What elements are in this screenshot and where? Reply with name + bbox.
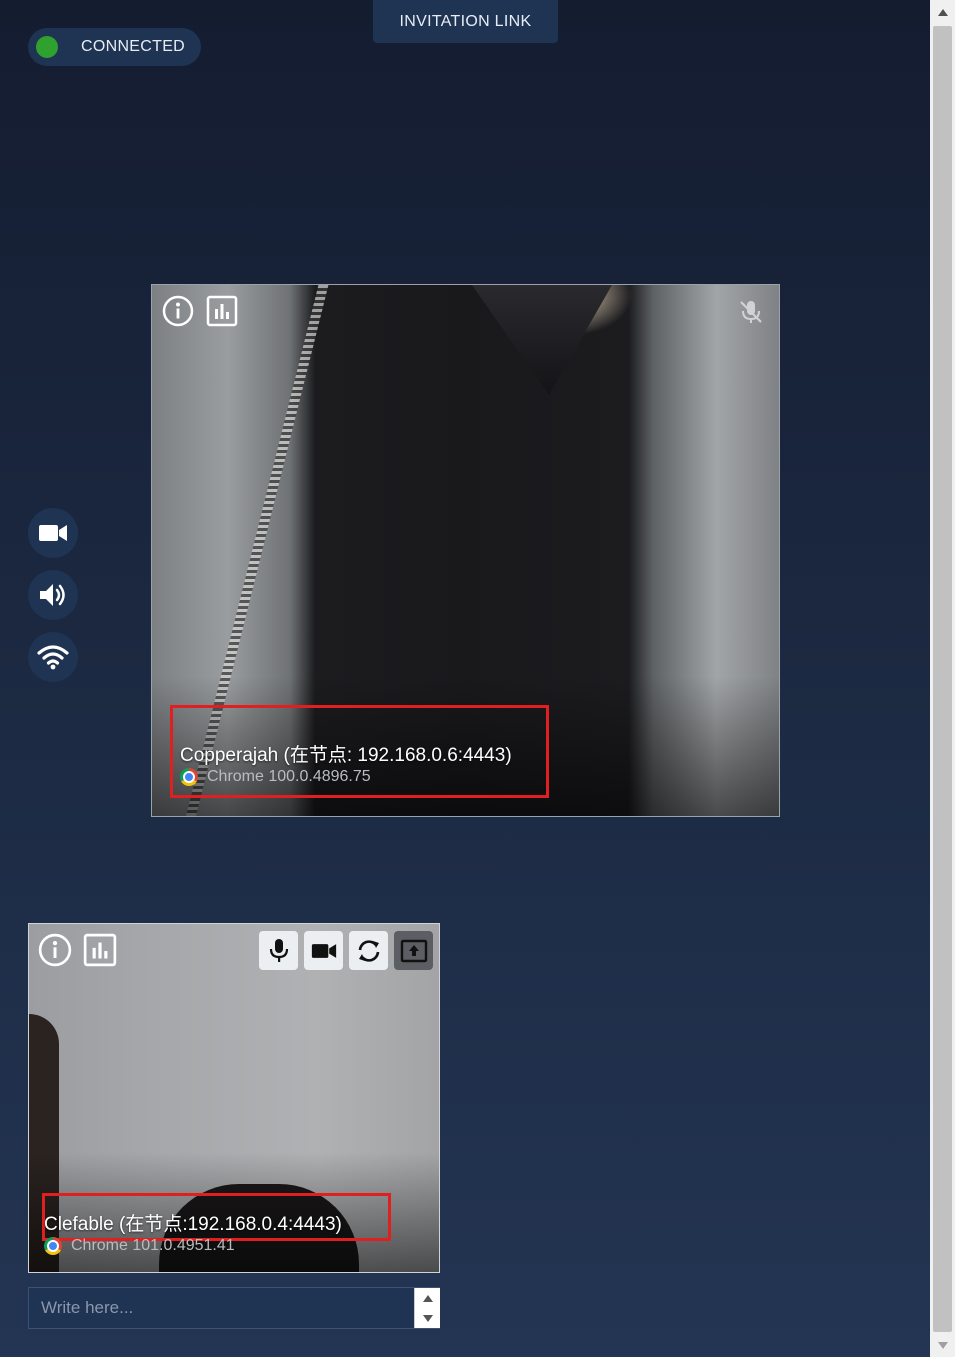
local-peer-name: Clefable (在节点:192.168.0.4:4443)	[44, 1214, 342, 1235]
remote-mic-status	[736, 297, 766, 327]
spinner-up-button[interactable]	[415, 1288, 440, 1308]
chat-input[interactable]	[28, 1287, 440, 1329]
connection-status-label: CONNECTED	[81, 38, 186, 55]
local-peer-browser: Chrome 101.0.4951.41	[44, 1237, 235, 1255]
audio-toggle-button[interactable]	[28, 570, 78, 620]
camera-toggle-button[interactable]	[28, 508, 78, 558]
local-peer-browser-version: Chrome 101.0.4951.41	[71, 1237, 235, 1254]
remote-peer-browser: Chrome 100.0.4896.75	[180, 768, 371, 786]
page-scrollbar[interactable]	[930, 0, 955, 1357]
info-icon	[162, 295, 194, 327]
scrollbar-thumb[interactable]	[933, 26, 952, 1332]
video-frame-detail	[472, 285, 612, 395]
speaker-icon	[40, 584, 65, 606]
info-button[interactable]	[162, 295, 194, 327]
side-controls	[28, 508, 78, 694]
local-video: Clefable (在节点:192.168.0.4:4443) Chrome 1…	[28, 923, 440, 1273]
status-dot	[36, 36, 58, 58]
stats-icon	[83, 933, 117, 967]
screen-share-icon	[400, 939, 427, 962]
scroll-down-button[interactable]	[930, 1333, 955, 1357]
caret-down-icon	[422, 1314, 433, 1322]
toggle-camera-button[interactable]	[304, 931, 343, 970]
screen-share-button[interactable]	[394, 931, 433, 970]
stats-button[interactable]	[83, 933, 117, 967]
mic-muted-icon	[740, 301, 762, 323]
chat-input-spinner	[414, 1288, 440, 1328]
video-camera-icon	[39, 525, 67, 541]
remote-peer-browser-version: Chrome 100.0.4896.75	[207, 768, 371, 785]
caret-down-icon	[937, 1341, 948, 1349]
microphone-icon	[269, 938, 288, 962]
spinner-down-button[interactable]	[415, 1308, 440, 1328]
remote-video: Copperajah (在节点: 192.168.0.6:4443) Chrom…	[151, 284, 780, 817]
connection-status: CONNECTED	[28, 28, 201, 66]
switch-camera-icon	[358, 939, 379, 962]
chrome-icon	[180, 768, 198, 786]
network-stats-button[interactable]	[28, 632, 78, 682]
chrome-icon	[44, 1237, 62, 1255]
stats-button[interactable]	[206, 295, 238, 327]
remote-peer-name: Copperajah (在节点: 192.168.0.6:4443)	[180, 745, 512, 766]
scroll-up-button[interactable]	[930, 0, 955, 24]
mute-mic-button[interactable]	[259, 931, 298, 970]
wifi-icon	[37, 645, 69, 670]
info-icon	[38, 933, 72, 967]
invitation-link-button[interactable]: INVITATION LINK	[373, 0, 558, 43]
info-button[interactable]	[38, 933, 72, 967]
video-camera-icon	[311, 943, 336, 958]
caret-up-icon	[937, 8, 948, 16]
caret-up-icon	[422, 1294, 433, 1302]
stats-icon	[206, 295, 238, 327]
switch-camera-button[interactable]	[349, 931, 388, 970]
